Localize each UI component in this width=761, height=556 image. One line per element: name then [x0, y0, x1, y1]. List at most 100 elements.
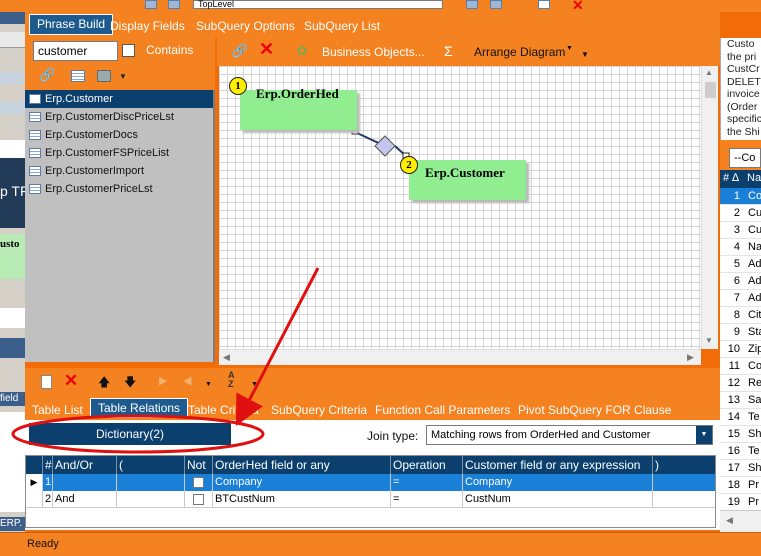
left-field-cell[interactable]: BTCustNum: [213, 491, 391, 508]
list-item[interactable]: 4 Na: [720, 239, 761, 256]
list-item[interactable]: 15 Sh: [720, 426, 761, 443]
tab-phrase-build[interactable]: Phrase Build: [29, 14, 114, 35]
list-item[interactable]: 13 Sa: [720, 392, 761, 409]
paren-close-cell[interactable]: [653, 491, 715, 508]
scroll-left-icon[interactable]: ◀: [726, 515, 733, 526]
nav-last-icon[interactable]: [490, 0, 502, 9]
diagram-horizontal-scrollbar[interactable]: ◀ ▶: [219, 349, 701, 365]
right-field-cell[interactable]: Company: [463, 474, 653, 491]
table-list-item[interactable]: Erp.Customer: [25, 90, 213, 108]
list-item[interactable]: 7 Ad: [720, 290, 761, 307]
subquery-dropdown[interactable]: TopLevel: [193, 0, 443, 9]
link-icon[interactable]: 🔗: [39, 66, 55, 84]
list-item[interactable]: 3 Cu: [720, 222, 761, 239]
arrange-dropdown-icon[interactable]: ▼: [566, 45, 573, 52]
delete-relation-icon[interactable]: ✕: [64, 371, 78, 391]
list-item[interactable]: 17 Sh: [720, 460, 761, 477]
table-list-item[interactable]: Erp.CustomerFSPriceList: [25, 144, 213, 162]
sort-az-icon[interactable]: AZ: [228, 371, 235, 389]
scroll-thumb[interactable]: [705, 82, 716, 98]
list-item[interactable]: 1 Co: [720, 188, 761, 205]
scroll-down-icon[interactable]: ▼: [705, 336, 713, 345]
tab-pivot-subquery[interactable]: Pivot SubQuery FOR Clause: [511, 403, 678, 417]
list-item[interactable]: 12 Re: [720, 375, 761, 392]
diagram-table-customer[interactable]: Erp.Customer: [409, 160, 526, 200]
dropdown-arrow-icon[interactable]: ▼: [251, 381, 258, 388]
new-relation-icon[interactable]: [41, 375, 52, 389]
paren-open-cell[interactable]: [117, 474, 185, 491]
paren-open-cell[interactable]: [117, 491, 185, 508]
not-checkbox[interactable]: [193, 477, 204, 488]
diagram-canvas[interactable]: Erp.OrderHed 1 Erp.Customer 2: [219, 66, 701, 349]
list-item[interactable]: 18 Pr: [720, 477, 761, 494]
operation-cell[interactable]: =: [391, 491, 463, 508]
list-item[interactable]: 10 Zip: [720, 341, 761, 358]
sigma-button[interactable]: Σ: [444, 43, 453, 59]
indent-left-icon[interactable]: ◀: [183, 374, 191, 387]
new-icon[interactable]: [538, 0, 550, 9]
join-type-label: Join type:: [367, 429, 419, 443]
tab-table-list[interactable]: Table List: [25, 403, 90, 417]
diagram-vertical-scrollbar[interactable]: ▲ ▼: [701, 66, 718, 349]
contains-checkbox[interactable]: [122, 44, 135, 57]
scroll-up-icon[interactable]: ▲: [705, 68, 713, 77]
list-item[interactable]: 16 Te: [720, 443, 761, 460]
indent-right-icon[interactable]: ▶: [159, 374, 167, 387]
tab-display-fields[interactable]: Display Fields: [103, 19, 192, 33]
scroll-right-icon[interactable]: ▶: [687, 352, 694, 363]
list-item[interactable]: 6 Ad: [720, 273, 761, 290]
left-field-cell[interactable]: Company: [213, 474, 391, 491]
table-row[interactable]: 2 And BTCustNum = CustNum: [26, 491, 715, 508]
table-list-item[interactable]: Erp.CustomerImport: [25, 162, 213, 180]
list-item[interactable]: 19 Pr: [720, 494, 761, 510]
nav-first-icon[interactable]: [145, 0, 157, 9]
field-list-scrollbar[interactable]: ◀: [720, 510, 761, 532]
list-item[interactable]: 14 Te: [720, 409, 761, 426]
and-or-cell[interactable]: And: [53, 491, 117, 508]
table-list-item[interactable]: Erp.CustomerDiscPriceLst: [25, 108, 213, 126]
print-icon[interactable]: [97, 70, 111, 82]
list-item[interactable]: 5 Ad: [720, 256, 761, 273]
tab-subquery-list[interactable]: SubQuery List: [297, 19, 387, 33]
move-down-icon[interactable]: 🡇: [124, 373, 136, 394]
delete-icon[interactable]: ✕: [259, 39, 274, 60]
tab-table-criteria[interactable]: Table Criteria: [181, 403, 266, 417]
list-item[interactable]: 8 Cit: [720, 307, 761, 324]
tab-subquery-options[interactable]: SubQuery Options: [189, 19, 302, 33]
table-search-input[interactable]: customer: [33, 41, 118, 61]
scroll-left-icon[interactable]: ◀: [223, 352, 230, 363]
tab-table-relations[interactable]: Table Relations: [90, 398, 189, 418]
list-item[interactable]: 2 Cu: [720, 205, 761, 222]
not-checkbox[interactable]: [193, 494, 204, 505]
nav-prev-icon[interactable]: [168, 0, 180, 9]
paren-close-cell[interactable]: [653, 474, 715, 491]
tab-function-call-parameters[interactable]: Function Call Parameters: [368, 403, 517, 417]
table-icon[interactable]: [71, 70, 85, 82]
dictionary-button[interactable]: Dictionary(2): [29, 423, 231, 445]
diagram-table-orderhed[interactable]: Erp.OrderHed: [240, 87, 357, 130]
and-or-cell[interactable]: [53, 474, 117, 491]
link-icon[interactable]: 🔗: [231, 42, 249, 60]
list-item[interactable]: 11 Co: [720, 358, 761, 375]
business-objects-icon[interactable]: ✿: [293, 42, 311, 60]
operation-cell[interactable]: =: [391, 474, 463, 491]
dropdown-arrow-icon[interactable]: ▼: [119, 72, 127, 81]
field-filter-combo[interactable]: --Co: [729, 148, 761, 168]
join-type-select[interactable]: Matching rows from OrderHed and Customer…: [426, 425, 713, 445]
table-list-item[interactable]: Erp.CustomerDocs: [25, 126, 213, 144]
business-objects-button[interactable]: Business Objects...: [322, 45, 425, 59]
nav-next-icon[interactable]: [466, 0, 478, 9]
list-item[interactable]: 9 Sta: [720, 324, 761, 341]
table-list-item[interactable]: Erp.CustomerPriceLst: [25, 180, 213, 198]
background-label-2: usto: [0, 234, 25, 279]
move-up-icon[interactable]: 🡅: [98, 373, 110, 394]
table-row[interactable]: ▶ 1 Company = Company: [26, 474, 715, 491]
arrange-diagram-button[interactable]: Arrange Diagram: [474, 45, 565, 59]
not-cell[interactable]: [185, 474, 213, 491]
tab-subquery-criteria[interactable]: SubQuery Criteria: [264, 403, 374, 417]
join-type-dropdown-icon[interactable]: ▼: [696, 426, 712, 444]
dropdown-arrow-icon[interactable]: ▼: [205, 381, 212, 388]
not-cell[interactable]: [185, 491, 213, 508]
overflow-dropdown-icon[interactable]: ▼: [581, 50, 589, 59]
right-field-cell[interactable]: CustNum: [463, 491, 653, 508]
